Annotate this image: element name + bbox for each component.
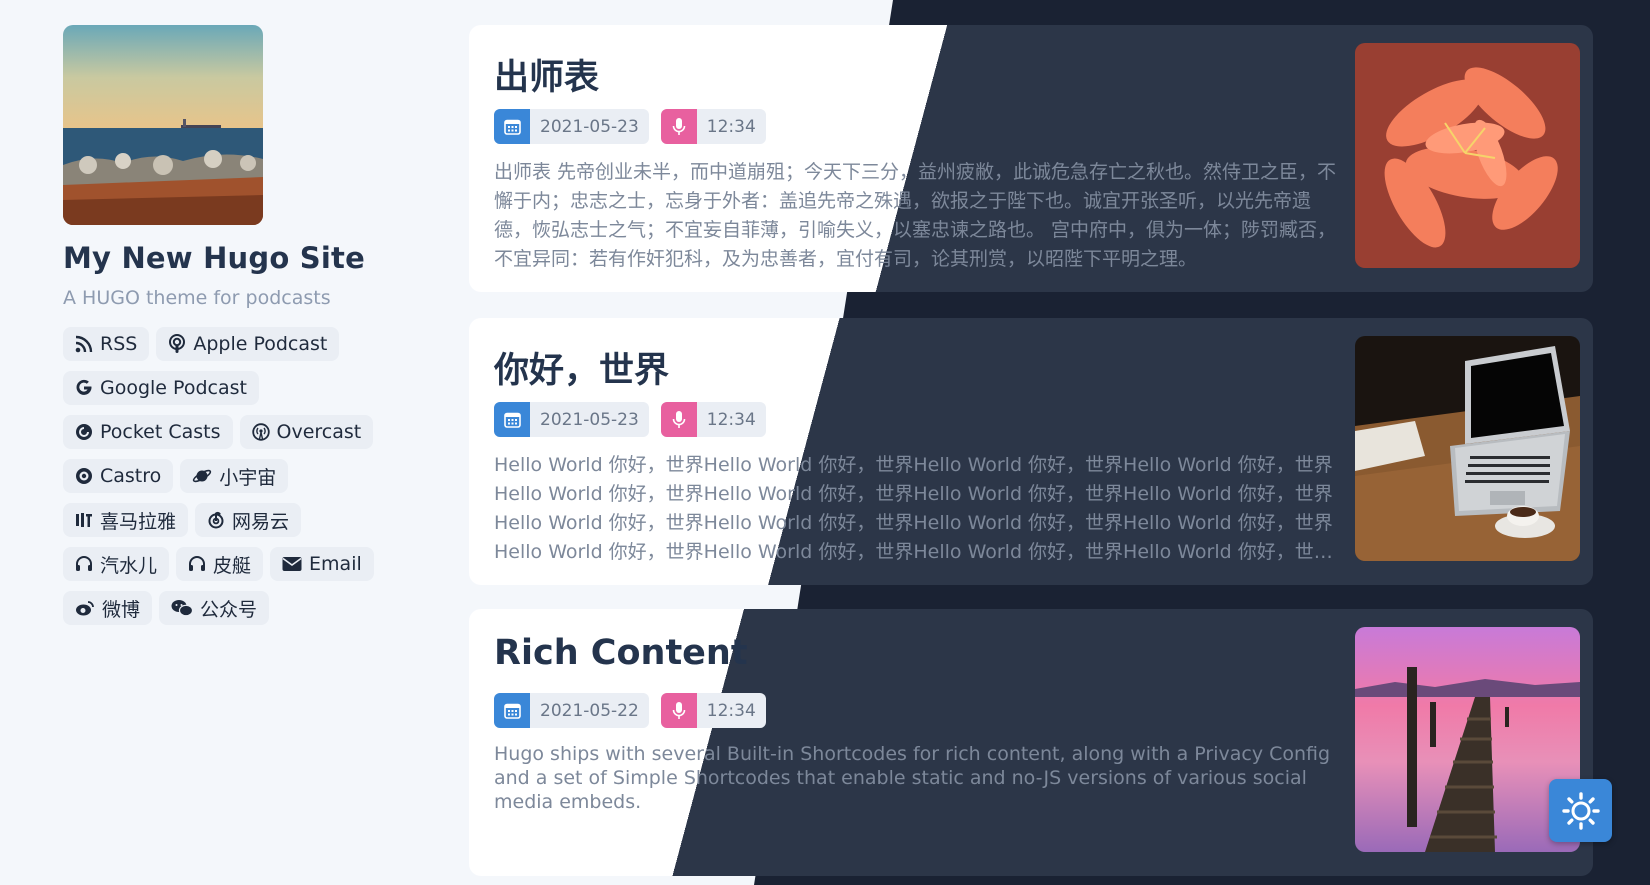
- post-card[interactable]: 出师表 2021-05-23 12:34 出师表 先帝创业未半，而中道崩殂；今天…: [469, 25, 1593, 292]
- link-email[interactable]: Email: [270, 547, 374, 581]
- link-label: 汽水儿: [100, 554, 158, 577]
- link-label: 皮艇: [213, 554, 252, 577]
- link-piting[interactable]: 皮艇: [176, 547, 264, 581]
- link-label: Apple Podcast: [193, 333, 328, 355]
- headphones-icon: [76, 556, 92, 571]
- google-icon: [76, 379, 92, 395]
- duration-badge: 12:34: [660, 109, 766, 144]
- microphone-icon: [672, 701, 686, 719]
- post-duration: 12:34: [706, 409, 756, 430]
- post-excerpt: Hugo ships with several Built-in Shortco…: [494, 743, 1331, 813]
- link-xiaoyuzhou[interactable]: 小宇宙: [180, 459, 289, 493]
- post-card[interactable]: Rich Content 2021-05-22 12:34 Hugo ships…: [469, 609, 1593, 876]
- subscribe-links: RSS Apple Podcast Google Podcast Pocket …: [63, 327, 393, 625]
- link-google-podcast[interactable]: Google Podcast: [63, 371, 259, 405]
- post-meta: 2021-05-23 12:34: [494, 402, 766, 437]
- link-pocket-casts[interactable]: Pocket Casts: [63, 415, 233, 449]
- planet-icon: [193, 469, 212, 483]
- post-date: 2021-05-22: [540, 700, 639, 721]
- post-duration: 12:34: [706, 700, 756, 721]
- post-thumbnail[interactable]: [1355, 336, 1580, 561]
- link-label: 公众号: [200, 598, 258, 621]
- site-avatar: [63, 25, 263, 225]
- link-overcast[interactable]: Overcast: [239, 415, 374, 449]
- link-qishuier[interactable]: 汽水儿: [63, 547, 170, 581]
- post-thumbnail[interactable]: [1355, 627, 1580, 852]
- site-subtitle: A HUGO theme for podcasts: [63, 287, 331, 309]
- sun-icon: [1561, 791, 1600, 830]
- date-badge: 2021-05-23: [494, 402, 649, 437]
- link-weibo[interactable]: 微博: [63, 591, 153, 625]
- link-label: Pocket Casts: [100, 421, 221, 443]
- podcast-icon: [169, 334, 186, 353]
- post-title[interactable]: 出师表: [494, 49, 599, 100]
- calendar-icon: [503, 703, 521, 719]
- microphone-icon: [672, 117, 686, 135]
- weibo-icon: [76, 601, 94, 616]
- site-title: My New Hugo Site: [63, 241, 365, 275]
- overcast-icon: [251, 423, 270, 441]
- post-meta: 2021-05-23 12:34: [494, 109, 766, 144]
- post-date: 2021-05-23: [540, 116, 639, 137]
- link-label: 微博: [102, 598, 141, 621]
- link-label: Email: [309, 553, 362, 575]
- link-label: RSS: [100, 333, 138, 355]
- headphones-icon: [189, 556, 206, 571]
- wechat-icon: [171, 600, 194, 617]
- calendar-icon: [503, 412, 521, 428]
- post-card[interactable]: 你好，世界 2021-05-23 12:34 Hello World 你好，世界…: [469, 318, 1593, 585]
- link-label: 网易云: [232, 510, 290, 533]
- link-netease[interactable]: 网易云: [195, 503, 302, 537]
- link-label: 喜马拉雅: [100, 510, 177, 533]
- theme-toggle-button[interactable]: [1549, 779, 1612, 842]
- date-badge: 2021-05-22: [494, 693, 649, 728]
- sidebar: My New Hugo Site A HUGO theme for podcas…: [63, 25, 393, 625]
- castro-icon: [76, 468, 92, 484]
- envelope-icon: [282, 557, 302, 571]
- post-meta: 2021-05-22 12:34: [494, 693, 766, 728]
- pocketcasts-icon: [76, 424, 92, 440]
- link-ximalaya[interactable]: 喜马拉雅: [63, 503, 189, 537]
- post-excerpt: Hello World 你好，世界Hello World 你好，世界Hello …: [494, 454, 1333, 563]
- calendar-icon: [503, 119, 521, 135]
- post-thumbnail[interactable]: [1355, 43, 1580, 268]
- duration-badge: 12:34: [660, 402, 766, 437]
- link-apple-podcast[interactable]: Apple Podcast: [156, 327, 340, 361]
- link-label: Overcast: [276, 421, 362, 443]
- link-rss[interactable]: RSS: [63, 327, 150, 361]
- duration-badge: 12:34: [660, 693, 766, 728]
- link-castro[interactable]: Castro: [63, 459, 174, 493]
- post-duration: 12:34: [706, 116, 756, 137]
- rss-icon: [75, 335, 93, 353]
- post-title[interactable]: Rich Content: [494, 633, 748, 673]
- ximalaya-icon: [76, 513, 92, 527]
- link-label: 小宇宙: [219, 466, 277, 489]
- post-title[interactable]: 你好，世界: [494, 342, 669, 393]
- microphone-icon: [672, 410, 686, 428]
- date-badge: 2021-05-23: [494, 109, 649, 144]
- link-label: Google Podcast: [100, 377, 247, 399]
- post-date: 2021-05-23: [540, 409, 639, 430]
- link-label: Castro: [100, 465, 162, 487]
- netease-icon: [208, 511, 224, 529]
- link-wechat[interactable]: 公众号: [159, 591, 270, 625]
- post-excerpt: 出师表 先帝创业未半，而中道崩殂；今天下三分，益州疲敝，此诚危急存亡之秋也。然侍…: [494, 161, 1337, 270]
